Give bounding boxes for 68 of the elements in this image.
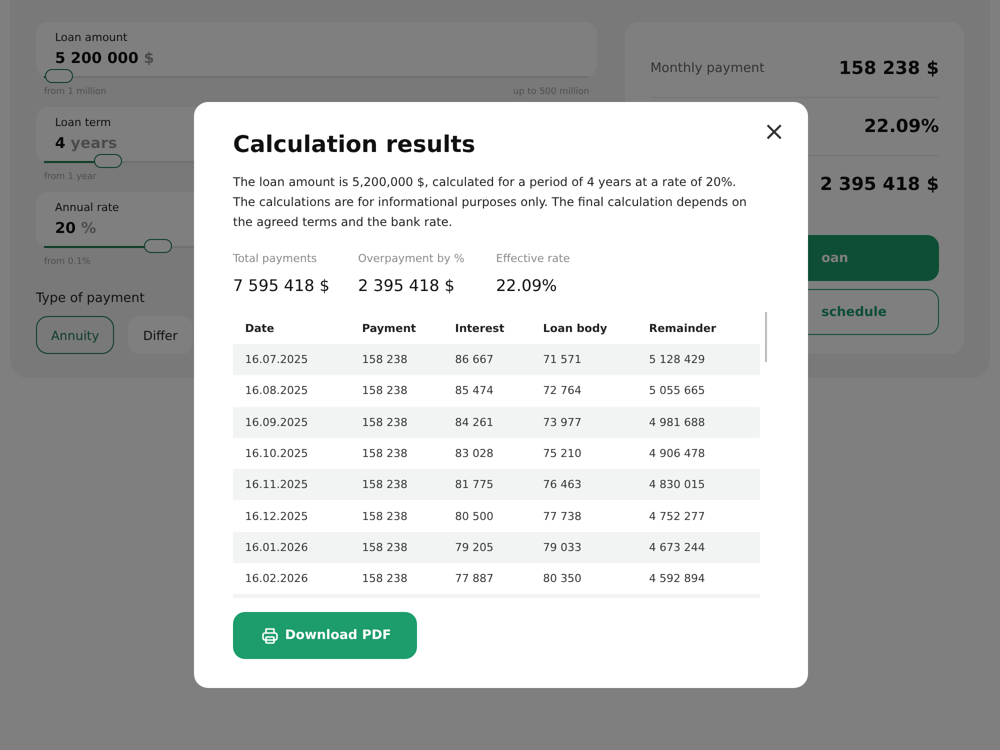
- table-cell-text: 16.01.2026: [245, 540, 309, 554]
- summary-label: Monthly payment: [650, 61, 764, 76]
- column-header: Interest: [455, 322, 506, 334]
- table-cell-text: 158 238: [362, 384, 408, 398]
- table-cell-text: 4 830 015: [649, 478, 706, 492]
- table-cell-text: 4 752 277: [649, 510, 706, 523]
- table-cell-text: 16.09.2025: [245, 416, 309, 429]
- scrollbar[interactable]: [765, 312, 767, 362]
- table-cell-text: 158 238: [362, 478, 408, 492]
- table-cell-text: 83 028: [455, 447, 494, 460]
- table-cell-text: 71 571: [543, 353, 582, 366]
- stat-value: 22.09%: [496, 276, 558, 295]
- table-cell-text: 86 667: [455, 353, 494, 366]
- slider-thumb[interactable]: [45, 69, 74, 83]
- slider-thumb[interactable]: [144, 239, 172, 253]
- table-cell-text: 16.11.2025: [245, 478, 309, 492]
- table-cell-text: 158 238: [362, 540, 408, 554]
- table-cell-text: 4 981 688: [649, 416, 706, 429]
- stat-value: 2 395 418 $: [358, 276, 456, 295]
- dialog-title: Calculation results: [233, 132, 476, 158]
- table-cell-text: 80 350: [543, 572, 582, 586]
- column-header: Date: [245, 322, 276, 334]
- table-cell-text: 72 764: [543, 384, 582, 398]
- description: The loan amount is 5,200,000 $, calculated for a period of 4 years at a rate of 20%. The calculations are for informational purposes only. The final calculation depends on the agreed terms and the bank rate.: [233, 174, 748, 231]
- table-cell-text: 158 238: [362, 416, 408, 429]
- column-header: Payment: [362, 322, 418, 334]
- column-header: Remainder: [649, 322, 718, 334]
- table-cell-text: 85 474: [455, 384, 494, 398]
- table-cell-text: 77 887: [455, 572, 494, 586]
- slider-thumb[interactable]: [94, 154, 122, 168]
- download-button[interactable]: Download PDF: [233, 612, 418, 659]
- payment-type-option[interactable]: Differ: [128, 316, 193, 354]
- column-header: Loan body: [543, 322, 608, 334]
- table-cell-text: 158 238: [362, 447, 408, 460]
- stat-label: Effective rate: [496, 252, 570, 265]
- input-field[interactable]: Loan amount 5 200 000 $: [36, 22, 598, 77]
- section-label: Type of payment: [36, 291, 145, 306]
- summary-value: 158 238 $: [838, 58, 939, 79]
- table-cell-text: 80 500: [455, 510, 494, 523]
- table-cell-text: 16.07.2025: [245, 353, 309, 366]
- table-cell-text: 4 673 244: [649, 540, 706, 554]
- table-cell-text: 16.12.2025: [245, 510, 309, 523]
- printer-icon: [261, 626, 279, 644]
- table-cell-text: 4 592 894: [649, 572, 706, 586]
- table-cell-text: 158 238: [362, 353, 408, 366]
- table-cell-text: 76 463: [543, 478, 582, 492]
- payment-type-option[interactable]: Annuity: [36, 316, 114, 354]
- summary-value: 2 395 418 $: [820, 174, 939, 195]
- table-cell-text: 84 261: [455, 416, 494, 429]
- table-cell-text: 77 738: [543, 510, 582, 523]
- stat-value: 7 595 418 $: [233, 276, 331, 295]
- stat-label: Overpayment by %: [358, 252, 466, 265]
- table-cell-text: 16.02.2026: [245, 572, 309, 586]
- table-cell-text: 79 205: [455, 540, 494, 554]
- table-cell-text: 5 128 429: [649, 353, 706, 366]
- table-cell-text: 5 055 665: [649, 384, 706, 398]
- table-cell-text: 81 775: [455, 478, 494, 492]
- table-cell-text: 73 977: [543, 416, 582, 429]
- table-cell-text: 79 033: [543, 540, 582, 554]
- table-cell-text: 158 238: [362, 510, 408, 523]
- table-cell-text: 4 906 478: [649, 447, 706, 460]
- summary-value: 22.09%: [864, 116, 939, 137]
- close-button[interactable]: ×: [760, 119, 788, 145]
- table-cell-text: 158 238: [362, 572, 408, 586]
- table-cell-text: 75 210: [543, 447, 582, 460]
- table-cell-text: 16.10.2025: [245, 447, 309, 460]
- table-cell-text: 16.08.2025: [245, 384, 309, 398]
- stat-label: Total payments: [233, 252, 318, 265]
